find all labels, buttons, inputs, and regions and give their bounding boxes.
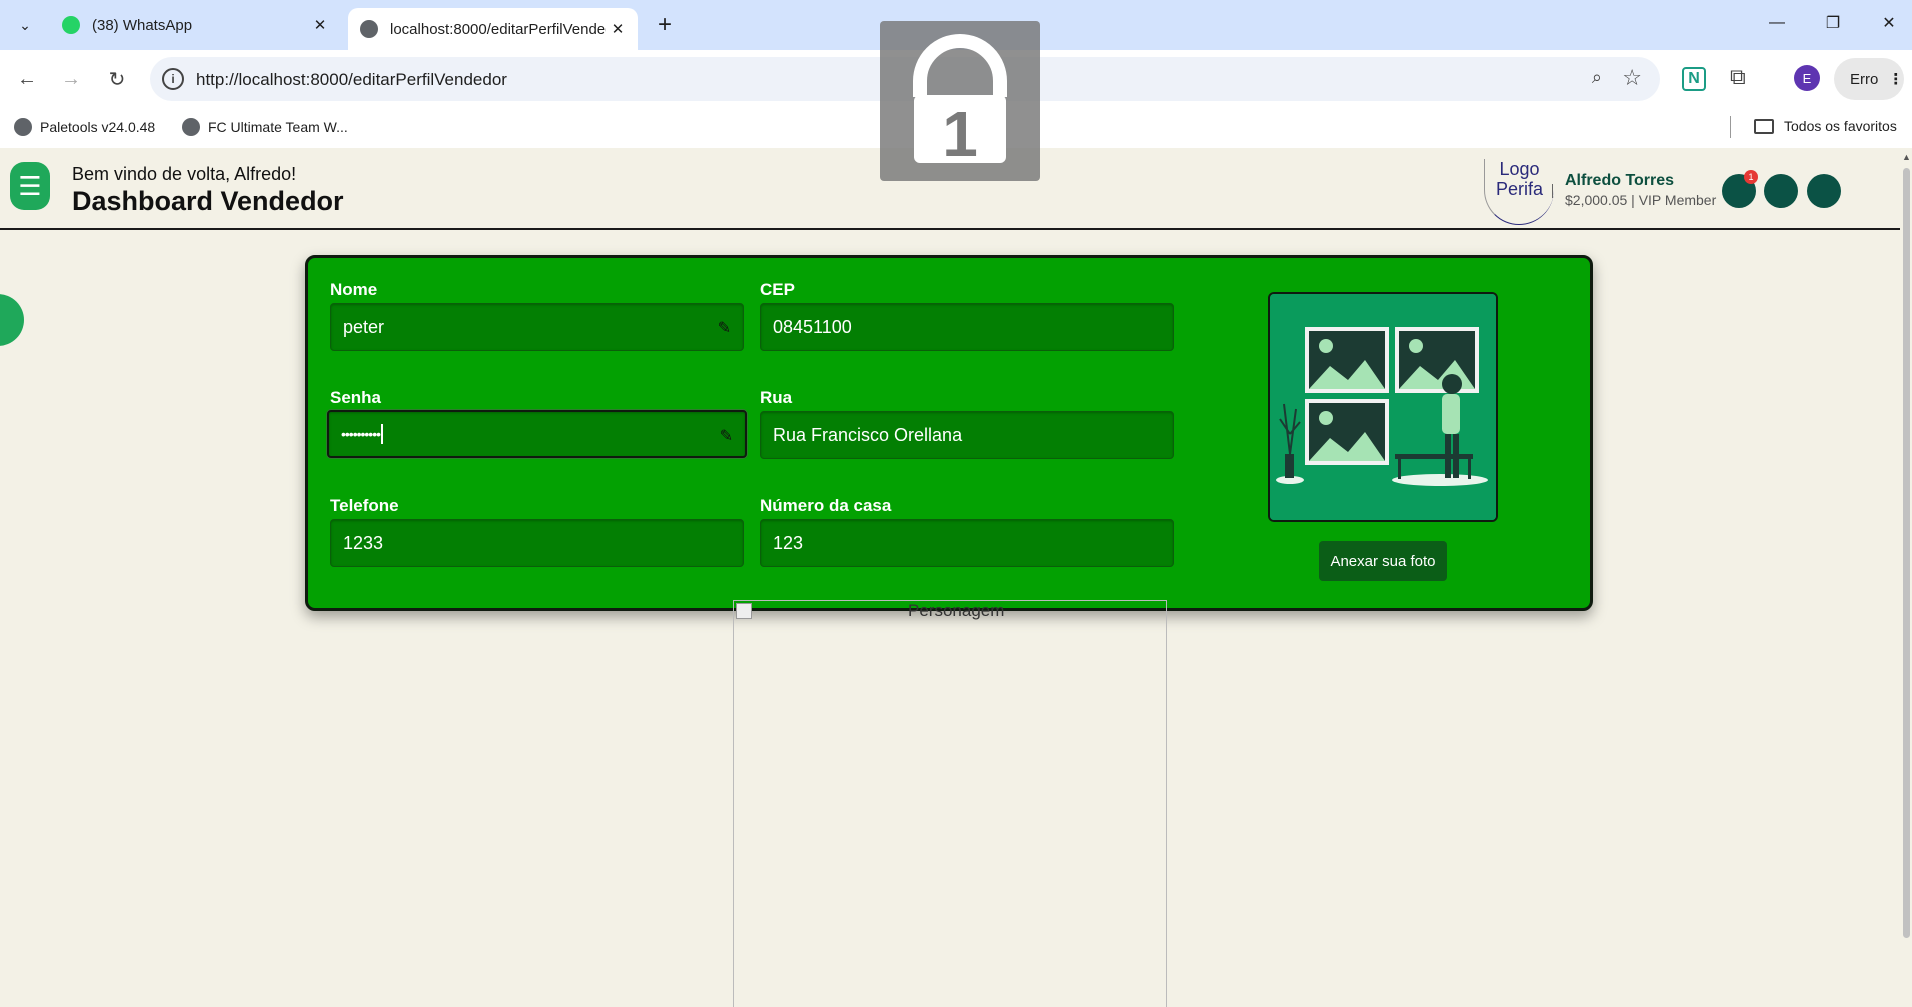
numero-label: Número da casa [760,496,892,515]
tab-title: (38) WhatsApp [92,16,193,34]
close-icon[interactable]: ✕ [606,20,630,38]
gallery-illustration-icon [1270,294,1496,520]
error-menu-button[interactable]: Erro ⋮ [1834,58,1904,100]
page-content: ☰ Bem vindo de volta, Alfredo! Dashboard… [0,148,1912,1007]
site-info-icon[interactable]: i [162,68,184,90]
url-text[interactable]: http://localhost:8000/editarPerfilVended… [196,70,507,90]
page-title: Dashboard Vendedor [72,186,344,216]
hamburger-menu-icon[interactable]: ☰ [10,162,50,210]
globe-icon [182,118,200,136]
window-close-icon[interactable]: ✕ [1866,8,1912,38]
bookmark-label: Paletools v24.0.48 [40,119,156,135]
close-icon[interactable]: ✕ [308,16,332,34]
nome-input[interactable]: peter ✎ [330,303,744,351]
numero-input[interactable]: 123 [760,519,1174,567]
more-menu-icon: ⋮ [1888,71,1904,88]
globe-icon [14,118,32,136]
cep-input[interactable]: 08451100 [760,303,1174,351]
cep-value: 08451100 [773,316,852,337]
rua-value: Rua Francisco Orellana [773,424,963,445]
pencil-icon: ✎ [719,428,733,445]
character-image: Personagem [733,600,1167,1007]
tab-title: localhost:8000/editarPerfilVendedor [390,20,606,38]
bookmark-star-icon[interactable]: ☆ [1622,65,1642,91]
numero-value: 123 [773,532,804,553]
settings-button[interactable] [1807,174,1841,208]
profile-avatar[interactable]: E [1794,65,1820,91]
back-arrow-icon[interactable]: ← [12,64,42,94]
edit-profile-card: Nome peter ✎ CEP 08451100 Senha ••••••••… [305,255,1593,611]
zoom-icon[interactable]: ⌕ [1592,67,1602,88]
logo-image: Logo Perifa [1484,159,1554,225]
lock-overlay: 1 [880,21,1040,181]
tab-localhost[interactable]: localhost:8000/editarPerfilVendedor ✕ [348,8,638,50]
folder-icon [1754,118,1774,134]
scrollbar-thumb[interactable] [1903,168,1910,938]
scroll-up-icon[interactable]: ▲ [1902,152,1911,162]
rua-input[interactable]: Rua Francisco Orellana [760,411,1174,459]
telefone-label: Telefone [330,496,399,515]
broken-image-icon [736,603,752,619]
rua-label: Rua [760,388,793,407]
tab-whatsapp[interactable]: (38) WhatsApp ✕ [50,8,340,42]
senha-input[interactable]: •••••••••• ✎ [327,410,747,458]
reload-icon[interactable]: ↻ [102,64,132,94]
messages-button[interactable] [1764,174,1798,208]
character-image-alt: Personagem [908,601,1005,620]
senha-value: •••••••••• [341,426,381,442]
welcome-text: Bem vindo de volta, Alfredo! [72,164,297,184]
pencil-icon: ✎ [717,320,731,337]
restore-icon[interactable]: ❐ [1810,8,1856,38]
user-meta: $2,000.05 | VIP Member [1565,192,1717,208]
page-scrollbar[interactable]: ▲ [1900,148,1912,1007]
senha-label: Senha [330,388,382,407]
user-divider [1552,184,1553,198]
sidebar-toggle[interactable] [0,294,24,346]
bookmark-paletools[interactable]: Paletools v24.0.48 [14,118,155,136]
tab-list-chevron-icon[interactable]: ⌄ [10,10,40,40]
all-bookmarks-folder[interactable]: Todos os favoritos [1754,118,1897,134]
bookmark-label: FC Ultimate Team W... [208,119,348,135]
lock-icon: 1 [913,34,1007,170]
user-name: Alfredo Torres [1565,172,1675,189]
lock-number: 1 [942,98,978,170]
bookmark-fc-ultimate-team[interactable]: FC Ultimate Team W... [182,118,348,136]
forward-arrow-icon[interactable]: → [56,64,86,94]
cep-label: CEP [760,280,795,299]
telefone-value: 1233 [343,532,384,553]
all-bookmarks-label: Todos os favoritos [1784,118,1897,134]
minimize-icon[interactable]: — [1754,8,1800,38]
nome-label: Nome [330,280,378,299]
extensions-puzzle-icon[interactable]: ⧉ [1730,64,1746,90]
error-label: Erro [1850,70,1879,88]
whatsapp-icon [62,16,80,34]
profile-photo-illustration [1268,292,1498,522]
bookmarks-divider [1730,116,1731,138]
telefone-input[interactable]: 1233 [330,519,744,567]
nome-value: peter [343,316,385,337]
text-caret [381,424,384,444]
attach-photo-button[interactable]: Anexar sua foto [1319,541,1447,581]
new-tab-plus-icon[interactable]: + [650,10,680,40]
globe-icon [360,20,378,38]
extension-n-icon[interactable]: N [1682,67,1706,91]
notification-badge: 1 [1744,170,1758,184]
